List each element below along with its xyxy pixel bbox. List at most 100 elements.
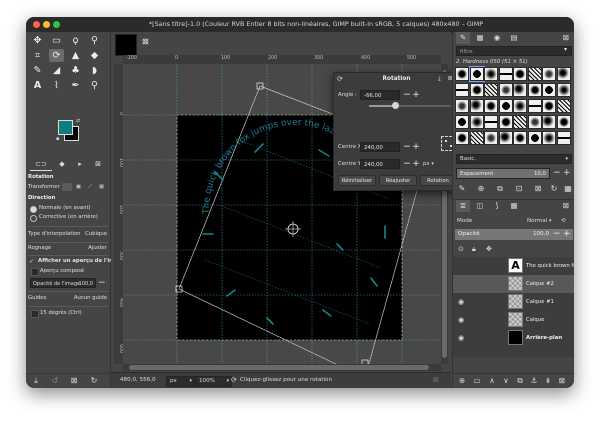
delete-options-icon[interactable]: ⊠: [69, 376, 79, 386]
angle-decrease-button[interactable]: −: [403, 90, 411, 100]
center-x-field[interactable]: 240,00: [360, 142, 400, 152]
visibility-toggle[interactable]: [456, 261, 466, 271]
brush-thumbnail[interactable]: [527, 99, 542, 113]
brush-thumbnail[interactable]: [527, 131, 542, 145]
brush-thumbnail[interactable]: [556, 131, 571, 145]
brush-thumbnail[interactable]: [498, 67, 513, 81]
direction-normal-radio[interactable]: [30, 206, 37, 213]
brush-filter-input[interactable]: filtre: [456, 46, 572, 56]
unit-select[interactable]: px ▾: [423, 159, 434, 169]
brushes-tab[interactable]: ✎: [456, 32, 470, 44]
mode-reset-icon[interactable]: ⟲: [561, 216, 566, 227]
show-preview-checkbox[interactable]: ✓: [29, 258, 35, 265]
paths-tab[interactable]: ⟆: [490, 200, 504, 212]
raise-layer-icon[interactable]: ∧: [487, 376, 497, 386]
constraint-checkbox[interactable]: [31, 310, 39, 318]
brush-thumbnail[interactable]: [469, 83, 484, 97]
angle-slider[interactable]: [369, 102, 451, 109]
document-history-tab[interactable]: ▤: [507, 32, 521, 44]
warp-icon[interactable]: ▲: [68, 49, 83, 62]
restore-options-icon[interactable]: ↺: [50, 376, 60, 386]
brush-thumbnail[interactable]: [556, 67, 571, 81]
horizontal-scroll-thumb[interactable]: [129, 365, 429, 370]
brush-thumbnail[interactable]: [455, 131, 469, 145]
brush-thumbnail[interactable]: [513, 67, 527, 81]
layer-list[interactable]: A The quick brown fox jumps over the laz…: [453, 257, 574, 357]
brush-thumbnail[interactable]: [498, 115, 513, 129]
tab-menu-icon[interactable]: ⊠: [559, 200, 573, 212]
merge-layer-icon[interactable]: ⇟: [543, 376, 553, 386]
new-layer-icon[interactable]: ⊕: [457, 376, 467, 386]
anchor-layer-icon[interactable]: ⚓︎: [529, 376, 539, 386]
rect-select-icon[interactable]: ▭: [49, 34, 64, 47]
brush-thumbnail[interactable]: [527, 83, 542, 97]
chevron-down-icon[interactable]: ▾: [564, 46, 567, 53]
center-y-field[interactable]: 240,00: [360, 159, 400, 169]
new-layer-group-icon[interactable]: ▭: [472, 376, 482, 386]
layer-row[interactable]: ◉ Arrière-plan: [453, 329, 574, 347]
angle-slider-knob[interactable]: [391, 102, 399, 109]
smudge-icon[interactable]: ◗: [87, 64, 102, 77]
brush-thumbnail[interactable]: [484, 83, 498, 97]
guides-row[interactable]: Guides Aucun guide: [26, 294, 110, 304]
brush-grid[interactable]: [455, 66, 573, 149]
layers-tab[interactable]: ≣: [456, 200, 470, 212]
brush-thumbnail[interactable]: [542, 115, 556, 129]
brush-thumbnail[interactable]: [513, 83, 527, 97]
horizontal-scrollbar[interactable]: [123, 364, 441, 371]
layer-row[interactable]: ◉ Calque #1: [453, 293, 574, 311]
image-thumbnail-tab[interactable]: [115, 34, 137, 56]
composited-preview-row[interactable]: Aperçu composé: [26, 267, 110, 277]
brush-thumbnail[interactable]: [556, 115, 571, 129]
lock-alpha-icon[interactable]: ⊙: [458, 244, 464, 255]
tab-menu-icon[interactable]: ⊠: [559, 32, 573, 44]
duplicate-brush-icon[interactable]: ⧉: [494, 183, 506, 195]
opacity-increase-button[interactable]: +: [563, 229, 571, 240]
brush-thumbnail[interactable]: [513, 131, 527, 145]
interpolation-select[interactable]: Cubique: [85, 230, 107, 239]
edit-brush-icon[interactable]: ✎: [456, 183, 468, 195]
eye-icon[interactable]: ◉: [456, 297, 466, 307]
color-picker-icon[interactable]: ✒: [68, 79, 83, 92]
composited-preview-checkbox[interactable]: [31, 268, 39, 276]
brush-thumbnail[interactable]: [542, 99, 556, 113]
delete-layer-icon[interactable]: ⊠: [557, 376, 567, 386]
layer-row[interactable]: ◉ Calque: [453, 311, 574, 329]
minimize-window-button[interactable]: [43, 21, 50, 28]
angle-field[interactable]: -66,00: [360, 90, 400, 100]
eye-icon[interactable]: ◉: [456, 333, 466, 343]
rotate-button[interactable]: Rotation: [420, 175, 456, 186]
brush-thumbnail[interactable]: [513, 99, 527, 113]
constraint-row[interactable]: 15 degrés (Ctrl): [26, 309, 110, 319]
spacing-decrease-button[interactable]: −: [553, 168, 561, 179]
opacity-decrease-button[interactable]: −: [553, 229, 561, 240]
brush-thumbnail[interactable]: [542, 83, 556, 97]
direction-corrective-radio[interactable]: [30, 215, 37, 222]
refresh-brushes-icon[interactable]: ↻: [548, 183, 560, 195]
fonts-tab[interactable]: ◉: [490, 32, 504, 44]
brush-thumbnail[interactable]: [469, 131, 484, 145]
undo-history-tab[interactable]: ▸: [74, 159, 86, 170]
new-brush-icon[interactable]: ⊕: [475, 183, 487, 195]
lower-layer-icon[interactable]: ∨: [501, 376, 511, 386]
copy-brush-location-icon[interactable]: ⊡: [513, 183, 525, 195]
brush-thumbnail[interactable]: [498, 99, 513, 113]
device-status-tab[interactable]: ◆: [56, 159, 68, 170]
center-y-decrease-button[interactable]: −: [403, 159, 411, 169]
image-opacity-decrease-button[interactable]: −: [98, 278, 106, 288]
center-x-decrease-button[interactable]: −: [403, 142, 411, 152]
brush-thumbnail[interactable]: [484, 131, 498, 145]
mode-select[interactable]: Normal ▾: [527, 216, 552, 227]
zoom-window-button[interactable]: [53, 21, 60, 28]
spacing-field[interactable]: Espacement 10,0: [456, 168, 550, 179]
navigate-icon[interactable]: ⊞: [433, 373, 439, 388]
transform-image-icon[interactable]: ▦: [99, 183, 104, 192]
duplicate-layer-icon[interactable]: ⧉: [515, 376, 525, 386]
close-window-button[interactable]: [33, 21, 40, 28]
fuzzy-select-icon[interactable]: ⚲: [87, 34, 102, 47]
spacing-increase-button[interactable]: +: [563, 168, 571, 179]
brush-thumbnail[interactable]: [455, 115, 469, 129]
layer-opacity-field[interactable]: Opacité 100,0 − +: [455, 229, 573, 240]
visibility-toggle[interactable]: [456, 279, 466, 289]
reset-options-icon[interactable]: ↻: [89, 376, 99, 386]
